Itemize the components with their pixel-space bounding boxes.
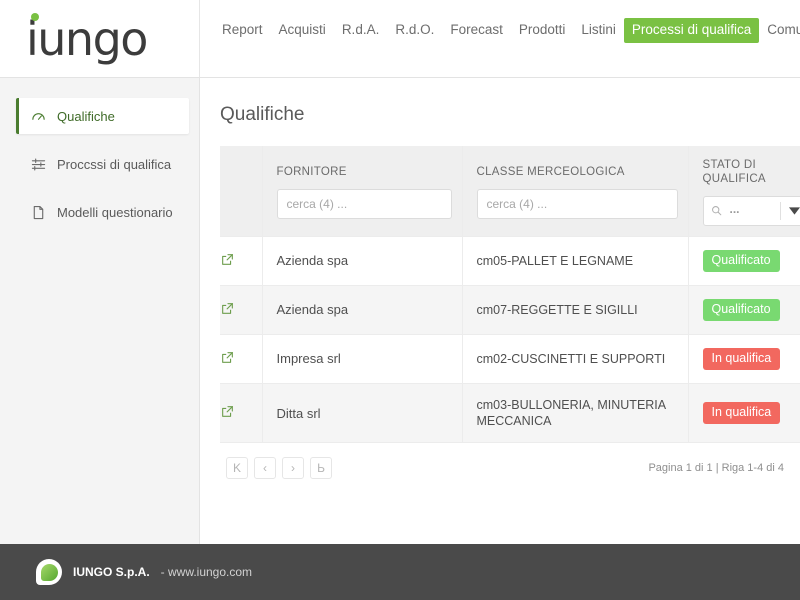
qualifiche-table: FORNITORE CLASSE MERCEOLOGICA STATO DI Q… xyxy=(220,146,800,443)
nav-item-prodotti[interactable]: Prodotti xyxy=(511,18,574,43)
sidebar-item-label: Modelli questionario xyxy=(57,205,173,220)
column-label-stato-di-qualifica: STATO DI QUALIFICA xyxy=(703,158,800,187)
cell-stato-di-qualifica: In qualifica xyxy=(688,383,800,443)
cell-fornitore: Ditta srl xyxy=(262,383,462,443)
table-body: Azienda spa cm05-PALLET E LEGNAME Qualif… xyxy=(220,236,800,443)
sidebar-item-label: Qualifiche xyxy=(57,109,115,124)
nav-item-rdo[interactable]: R.d.O. xyxy=(387,18,442,43)
filter-select-value: ... xyxy=(730,202,780,220)
nav-item-forecast[interactable]: Forecast xyxy=(442,18,511,43)
main-content: Qualifiche FORNITORE xyxy=(200,78,800,544)
sidebar-item-qualifiche[interactable]: Qualifiche xyxy=(16,98,189,134)
cell-classe-text: cm05-PALLET E LEGNAME xyxy=(477,254,634,268)
open-external-icon[interactable] xyxy=(220,405,234,419)
nav-item-listini[interactable]: Listini xyxy=(573,18,624,43)
status-badge: Qualificato xyxy=(703,250,780,272)
column-header-action xyxy=(220,146,262,236)
application-window: iungo Report Acquisti R.d.A. R.d.O. Fore… xyxy=(0,0,800,600)
brand-logo[interactable]: iungo xyxy=(0,0,200,77)
cell-classe-merceologica: cm05-PALLET E LEGNAME xyxy=(462,236,688,285)
open-external-icon[interactable] xyxy=(220,302,234,316)
nav-item-acquisti[interactable]: Acquisti xyxy=(271,18,334,43)
row-action-cell xyxy=(220,285,262,334)
green-dot-icon xyxy=(31,13,39,21)
cell-stato-di-qualifica: In qualifica xyxy=(688,334,800,383)
sliders-icon xyxy=(31,157,46,172)
column-label-fornitore: FORNITORE xyxy=(277,165,452,179)
cell-fornitore: Azienda spa xyxy=(262,236,462,285)
sidebar: Qualifiche Proccssi di qualifica xyxy=(0,78,200,544)
iungo-leaf-icon xyxy=(36,559,62,585)
nav-item-comunicazioni[interactable]: Comunicazioni xyxy=(759,18,800,43)
document-icon xyxy=(31,205,46,220)
footer-website-url: - www.iungo.com xyxy=(161,565,252,579)
row-action-cell xyxy=(220,334,262,383)
nav-item-report[interactable]: Report xyxy=(214,18,271,43)
sidebar-item-label: Proccssi di qualifica xyxy=(57,157,171,172)
column-label-classe-merceologica: CLASSE MERCEOLOGICA xyxy=(477,165,678,179)
magnifier-icon xyxy=(704,205,730,216)
status-badge: In qualifica xyxy=(703,348,781,370)
next-page-button[interactable]: › xyxy=(282,457,304,479)
pagination-info: Pagina 1 di 1 | Riga 1-4 di 4 xyxy=(648,462,798,474)
logo-text: iungo xyxy=(26,12,147,66)
caret-down-icon[interactable] xyxy=(781,207,800,215)
first-page-button[interactable]: K xyxy=(226,457,248,479)
cell-classe-merceologica: cm03-BULLONERIA, MINUTERIA MECCANICA xyxy=(462,383,688,443)
pagination-buttons: K ‹ › Ь xyxy=(220,457,332,479)
table-header: FORNITORE CLASSE MERCEOLOGICA STATO DI Q… xyxy=(220,146,800,236)
cell-classe-text: cm07-REGGETTE E SIGILLI xyxy=(477,303,638,317)
nav-item-rda[interactable]: R.d.A. xyxy=(334,18,388,43)
table-row[interactable]: Azienda spa cm05-PALLET E LEGNAME Qualif… xyxy=(220,236,800,285)
filter-input-classe-merceologica[interactable] xyxy=(477,189,678,219)
cell-classe-merceologica: cm07-REGGETTE E SIGILLI xyxy=(462,285,688,334)
table-row[interactable]: Impresa srl cm02-CUSCINETTI E SUPPORTI I… xyxy=(220,334,800,383)
cell-fornitore: Impresa srl xyxy=(262,334,462,383)
page-footer: IUNGO S.p.A. - www.iungo.com xyxy=(0,544,800,600)
cell-classe-text: cm02-CUSCINETTI E SUPPORTI xyxy=(477,352,666,366)
last-page-button[interactable]: Ь xyxy=(310,457,332,479)
top-header: iungo Report Acquisti R.d.A. R.d.O. Fore… xyxy=(0,0,800,78)
sidebar-item-proccssi-di-qualifica[interactable]: Proccssi di qualifica xyxy=(16,146,189,182)
nav-item-processi-di-qualifica[interactable]: Processi di qualifica xyxy=(624,18,759,43)
table-header-row: FORNITORE CLASSE MERCEOLOGICA STATO DI Q… xyxy=(220,146,800,236)
row-action-cell xyxy=(220,236,262,285)
cell-classe-text: cm03-BULLONERIA, MINUTERIA MECCANICA xyxy=(477,398,666,428)
status-badge: In qualifica xyxy=(703,402,781,424)
column-header-classe-merceologica: CLASSE MERCEOLOGICA xyxy=(462,146,688,236)
cell-stato-di-qualifica: Qualificato xyxy=(688,285,800,334)
row-action-cell xyxy=(220,383,262,443)
sidebar-item-modelli-questionario[interactable]: Modelli questionario xyxy=(16,194,189,230)
filter-select-stato-di-qualifica[interactable]: ... xyxy=(703,196,800,226)
page-title: Qualifiche xyxy=(220,104,800,126)
open-external-icon[interactable] xyxy=(220,253,234,267)
filter-input-fornitore[interactable] xyxy=(277,189,452,219)
column-header-fornitore: FORNITORE xyxy=(262,146,462,236)
gauge-icon xyxy=(31,109,46,124)
pagination-bar: K ‹ › Ь Pagina 1 di 1 | Riga 1-4 di 4 xyxy=(220,443,800,479)
column-header-stato-di-qualifica: STATO DI QUALIFICA ... xyxy=(688,146,800,236)
previous-page-button[interactable]: ‹ xyxy=(254,457,276,479)
footer-company-name: IUNGO S.p.A. xyxy=(73,565,150,579)
qualifiche-table-container: FORNITORE CLASSE MERCEOLOGICA STATO DI Q… xyxy=(220,146,800,443)
open-external-icon[interactable] xyxy=(220,351,234,365)
main-navigation: Report Acquisti R.d.A. R.d.O. Forecast P… xyxy=(200,0,800,77)
body-area: Qualifiche Proccssi di qualifica xyxy=(0,78,800,544)
cell-stato-di-qualifica: Qualificato xyxy=(688,236,800,285)
cell-fornitore: Azienda spa xyxy=(262,285,462,334)
table-row[interactable]: Ditta srl cm03-BULLONERIA, MINUTERIA MEC… xyxy=(220,383,800,443)
status-badge: Qualificato xyxy=(703,299,780,321)
table-row[interactable]: Azienda spa cm07-REGGETTE E SIGILLI Qual… xyxy=(220,285,800,334)
cell-classe-merceologica: cm02-CUSCINETTI E SUPPORTI xyxy=(462,334,688,383)
